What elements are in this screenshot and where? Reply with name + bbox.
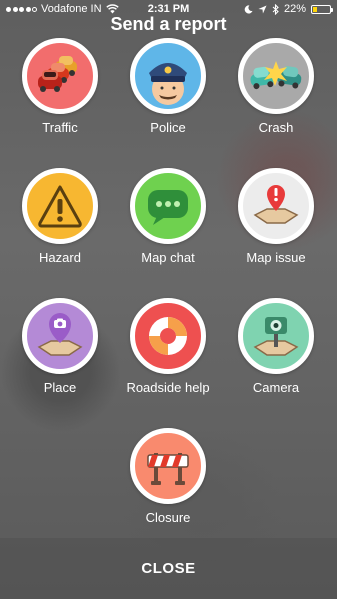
place-circle bbox=[22, 298, 98, 374]
hazard-warning-icon bbox=[38, 185, 82, 228]
report-crash-button[interactable]: Crash bbox=[221, 38, 331, 135]
closure-circle bbox=[130, 428, 206, 504]
police-officer-icon bbox=[149, 63, 187, 105]
chat-bubble-icon bbox=[148, 190, 188, 225]
road-barrier-icon bbox=[147, 453, 189, 485]
report-label: Hazard bbox=[39, 250, 81, 265]
page-title: Send a report bbox=[110, 14, 227, 34]
location-arrow-icon bbox=[258, 4, 267, 14]
report-closure-button[interactable]: Closure bbox=[113, 428, 223, 525]
report-label: Crash bbox=[258, 120, 294, 135]
report-label: Roadside help bbox=[126, 380, 210, 395]
moon-icon bbox=[244, 4, 253, 13]
hazard-circle bbox=[22, 168, 98, 244]
report-traffic-button[interactable]: Traffic bbox=[5, 38, 115, 135]
camera-circle bbox=[238, 298, 314, 374]
report-label: Traffic bbox=[42, 120, 78, 135]
battery-level bbox=[313, 6, 317, 12]
crash-cars-icon bbox=[250, 61, 302, 90]
place-camera-pin-icon bbox=[37, 313, 83, 356]
report-map-chat-button[interactable]: Map chat bbox=[113, 168, 223, 265]
bluetooth-icon bbox=[272, 3, 279, 15]
close-button[interactable]: CLOSE bbox=[0, 538, 337, 599]
crash-circle bbox=[238, 38, 314, 114]
report-camera-button[interactable]: Camera bbox=[221, 298, 331, 395]
traffic-cars-icon bbox=[38, 56, 77, 92]
report-hazard-button[interactable]: Hazard bbox=[5, 168, 115, 265]
map-issue-pin-icon bbox=[253, 185, 299, 224]
traffic-circle bbox=[22, 38, 98, 114]
report-label: Police bbox=[150, 120, 186, 135]
report-map-issue-button[interactable]: Map issue bbox=[221, 168, 331, 265]
map-issue-circle bbox=[238, 168, 314, 244]
report-place-button[interactable]: Place bbox=[5, 298, 115, 395]
report-police-button[interactable]: Police bbox=[113, 38, 223, 135]
speed-camera-icon bbox=[253, 317, 299, 356]
report-roadside-help-button[interactable]: Roadside help bbox=[113, 298, 223, 395]
lifebuoy-icon bbox=[149, 317, 187, 355]
report-label: Closure bbox=[145, 510, 191, 525]
roadside-help-circle bbox=[130, 298, 206, 374]
police-circle bbox=[130, 38, 206, 114]
report-label: Camera bbox=[252, 380, 300, 395]
map-chat-circle bbox=[130, 168, 206, 244]
report-label: Map chat bbox=[141, 250, 195, 265]
report-label: Map issue bbox=[246, 250, 306, 265]
battery-icon bbox=[311, 4, 333, 14]
report-label: Place bbox=[43, 380, 77, 395]
